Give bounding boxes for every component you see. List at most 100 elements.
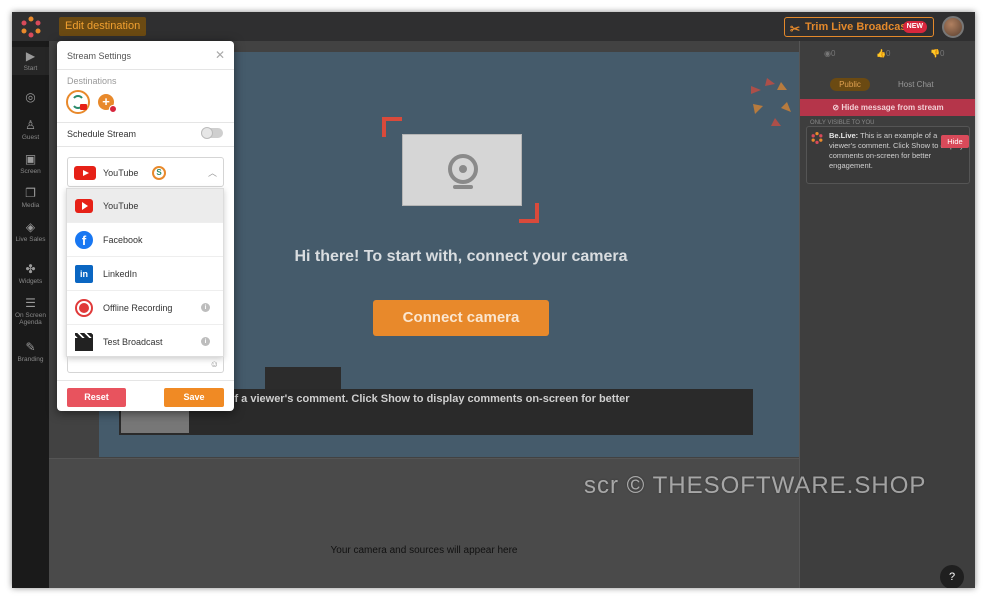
facebook-icon: f	[75, 231, 93, 249]
clapperboard-icon	[75, 333, 93, 351]
frame-corner-bottom-right	[519, 203, 539, 223]
nav-item-widgets[interactable]: ✤ Widgets	[12, 262, 49, 286]
frame-corner-top-left	[382, 117, 402, 137]
hide-message-label: Hide message from stream	[841, 103, 944, 112]
edit-destination-button[interactable]: Edit destination	[59, 17, 147, 36]
record-icon	[75, 299, 93, 317]
nav-label: Live Sales	[15, 236, 46, 243]
nav-item-media[interactable]: ❐ Media	[12, 186, 49, 210]
comment-overlay-text: mple of a viewer's comment. Click Show t…	[199, 393, 630, 405]
brush-icon: ✎	[25, 340, 36, 354]
info-icon[interactable]: i	[201, 337, 210, 346]
save-button[interactable]: Save	[164, 388, 224, 407]
destinations-label: Destinations	[67, 76, 117, 86]
emoji-icon[interactable]: ☺	[210, 359, 219, 369]
media-icon: ❐	[25, 186, 36, 200]
sources-placeholder-text: Your camera and sources will appear here	[330, 545, 518, 556]
left-nav: ▶ Start ◎ ♙ Guest ▣ Screen ❐ Media ◈ Liv…	[12, 41, 49, 588]
selected-platform: YouTube	[103, 168, 139, 178]
sync-icon	[73, 95, 87, 110]
nav-label: Screen	[20, 168, 41, 175]
decorative-logo-icon	[751, 78, 791, 126]
notification-dot	[109, 105, 117, 113]
comment-overlay-name-bar	[265, 367, 341, 389]
menu-item-linkedin[interactable]: in LinkedIn	[67, 257, 223, 291]
close-icon[interactable]: ✕	[215, 48, 225, 62]
divider	[57, 122, 234, 123]
stream-settings-dialog: Stream Settings ✕ Destinations + Schedul…	[57, 41, 234, 411]
nav-item-record[interactable]: ◎	[12, 91, 49, 106]
nav-label: Guest	[21, 134, 40, 141]
comment-author: Be.Live:	[829, 131, 859, 140]
views-icon: ◉ 0	[824, 49, 836, 58]
nav-item-live-sales[interactable]: ◈ Live Sales	[12, 220, 49, 244]
comments-panel: ◉ 0 👍 0 👎 0 Public Host Chat ⊘ Hide mess…	[799, 41, 975, 588]
menu-item-offline-recording[interactable]: Offline Recording i	[67, 291, 223, 325]
nav-label: Media	[21, 202, 40, 209]
dislikes-count: 0	[939, 49, 945, 58]
menu-item-label: YouTube	[103, 201, 139, 211]
sync-icon: S	[152, 166, 166, 180]
divider	[57, 69, 234, 70]
youtube-icon	[74, 166, 96, 180]
trim-live-broadcast-button[interactable]: ✂ Trim Live Broadcast NEW	[784, 17, 934, 37]
nav-item-start[interactable]: ▶ Start	[12, 47, 49, 75]
chat-comment: Be.Live: This is an example of a viewer'…	[806, 126, 970, 184]
stream-description-input[interactable]: ☺	[67, 357, 224, 373]
platform-dropdown-menu: YouTube f Facebook in LinkedIn Offline R…	[66, 188, 224, 357]
camera-placeholder	[402, 134, 522, 206]
watermark: scr © THESOFTWARE.SHOP	[584, 472, 927, 499]
record-icon: ◎	[25, 90, 36, 104]
nav-item-agenda[interactable]: ☰ On Screen Agenda	[12, 296, 49, 327]
avatar[interactable]	[942, 16, 964, 38]
menu-item-youtube[interactable]: YouTube	[67, 189, 223, 223]
toggle-knob	[201, 127, 213, 139]
chevron-up-icon: ︿	[208, 168, 218, 178]
menu-item-label: Test Broadcast	[103, 337, 163, 347]
divider	[57, 380, 234, 381]
scissors-icon: ✂	[790, 22, 801, 36]
linkedin-icon: in	[75, 265, 93, 283]
views-count: 0	[830, 49, 836, 58]
eye-slash-icon: ⊘	[832, 103, 842, 112]
menu-item-label: Facebook	[103, 235, 143, 245]
belive-logo[interactable]	[20, 16, 42, 38]
likes-count: 0	[885, 49, 891, 58]
play-icon: ▶	[25, 49, 36, 63]
tab-public[interactable]: Public	[830, 78, 870, 91]
dialog-title: Stream Settings	[67, 51, 132, 61]
nav-label: Widgets	[18, 278, 43, 285]
youtube-icon	[75, 199, 93, 213]
help-button[interactable]: ?	[940, 565, 964, 588]
schedule-stream-toggle[interactable]	[201, 127, 223, 139]
belive-logo	[811, 132, 823, 144]
nav-label: On Screen Agenda	[14, 312, 47, 326]
list-icon: ☰	[25, 296, 36, 310]
add-destination-button[interactable]: +	[98, 94, 117, 113]
divider	[57, 146, 234, 147]
nav-item-guest[interactable]: ♙ Guest	[12, 118, 49, 142]
menu-item-label: Offline Recording	[103, 303, 173, 313]
info-icon[interactable]: i	[201, 303, 210, 312]
tab-host-chat[interactable]: Host Chat	[898, 78, 934, 91]
new-badge: NEW	[902, 21, 927, 33]
platform-select[interactable]: YouTube S ︿	[67, 157, 224, 187]
menu-item-test-broadcast[interactable]: Test Broadcast i	[67, 325, 223, 359]
destination-avatar[interactable]	[66, 90, 90, 114]
tag-icon: ◈	[25, 220, 36, 234]
reset-button[interactable]: Reset	[67, 388, 126, 407]
connect-camera-button[interactable]: Connect camera	[373, 300, 549, 336]
nav-label: Branding	[17, 356, 44, 363]
hide-message-button[interactable]: ⊘ Hide message from stream	[800, 99, 975, 116]
nav-item-screen[interactable]: ▣ Screen	[12, 153, 49, 176]
person-icon: ♙	[25, 118, 36, 132]
puzzle-icon: ✤	[25, 262, 36, 276]
trim-label: Trim Live Broadcast	[805, 21, 911, 33]
webcam-icon	[448, 154, 478, 189]
engagement-stats: ◉ 0 👍 0 👎 0	[800, 49, 975, 63]
hide-comment-button[interactable]: Hide	[941, 135, 969, 148]
schedule-stream-label: Schedule Stream	[67, 129, 137, 139]
menu-item-facebook[interactable]: f Facebook	[67, 223, 223, 257]
nav-item-branding[interactable]: ✎ Branding	[12, 340, 49, 364]
dislikes-icon: 👎 0	[930, 49, 945, 58]
